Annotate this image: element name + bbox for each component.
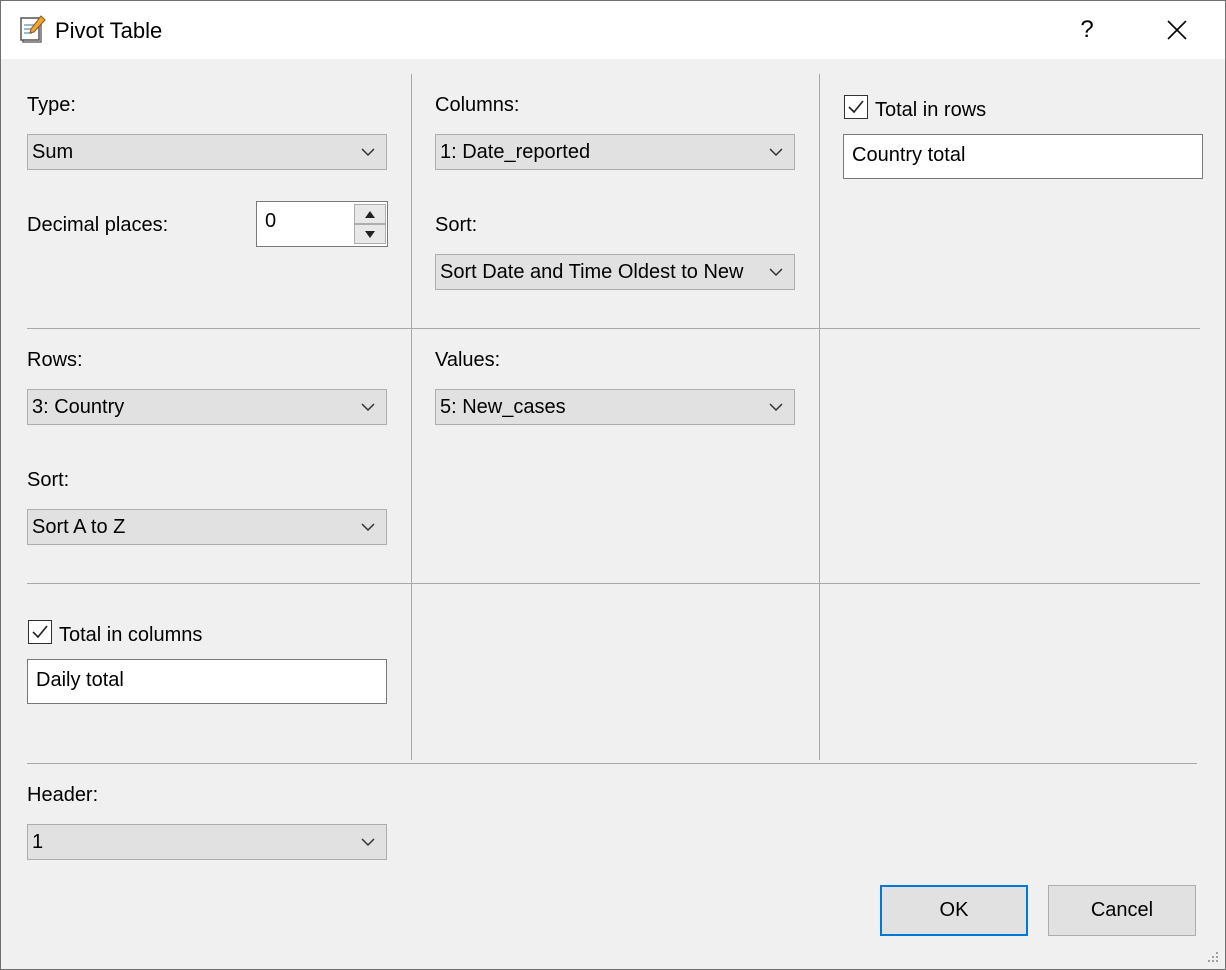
- values-label: Values:: [435, 349, 501, 371]
- total-in-rows-field[interactable]: Country total: [843, 134, 1203, 179]
- total-in-rows-label: Total in rows: [875, 99, 987, 121]
- checkmark-icon: [32, 625, 48, 639]
- checkmark-icon: [848, 100, 864, 114]
- total-in-columns-checkbox[interactable]: [28, 620, 52, 644]
- chevron-down-icon: [361, 148, 375, 157]
- columns-value: 1: Date_reported: [440, 141, 591, 163]
- spin-down-button[interactable]: [354, 224, 386, 244]
- values-value: 5: New_cases: [440, 396, 566, 418]
- rows-dropdown[interactable]: 3: Country: [27, 389, 387, 425]
- total-in-columns-label: Total in columns: [59, 624, 203, 646]
- rows-value: 3: Country: [32, 396, 125, 418]
- chevron-down-icon: [361, 523, 375, 532]
- type-dropdown[interactable]: Sum: [27, 134, 387, 170]
- chevron-down-icon: [769, 148, 783, 157]
- header-dropdown[interactable]: 1: [27, 824, 387, 860]
- chevron-down-icon: [361, 838, 375, 847]
- type-label: Type:: [27, 94, 76, 116]
- cancel-button[interactable]: Cancel: [1048, 885, 1196, 936]
- type-value: Sum: [32, 141, 74, 163]
- column-separator-2: [819, 74, 820, 760]
- columns-sort-dropdown[interactable]: Sort Date and Time Oldest to New: [435, 254, 795, 290]
- resize-grip-icon[interactable]: [1201, 945, 1221, 965]
- columns-label: Columns:: [435, 94, 520, 116]
- total-in-columns-value: Daily total: [36, 669, 124, 691]
- row-separator-3: [27, 763, 1197, 764]
- rows-sort-value: Sort A to Z: [32, 516, 126, 538]
- arrow-down-icon: [365, 231, 375, 238]
- header-value: 1: [32, 831, 44, 853]
- chevron-down-icon: [769, 268, 783, 277]
- rows-label: Rows:: [27, 349, 83, 371]
- ok-button[interactable]: OK: [880, 885, 1028, 936]
- column-separator-1: [411, 74, 412, 760]
- columns-sort-value: Sort Date and Time Oldest to New: [440, 261, 744, 283]
- rows-sort-label: Sort:: [27, 469, 70, 491]
- notepad-icon: [20, 15, 46, 43]
- chevron-down-icon: [769, 403, 783, 412]
- title-bar: Pivot Table ?: [1, 1, 1225, 59]
- row-separator-2: [27, 583, 1200, 584]
- total-in-rows-value: Country total: [852, 144, 966, 166]
- close-button[interactable]: [1151, 7, 1203, 53]
- spin-up-button[interactable]: [354, 204, 386, 224]
- values-dropdown[interactable]: 5: New_cases: [435, 389, 795, 425]
- header-label: Header:: [27, 784, 99, 806]
- total-in-columns-field[interactable]: Daily total: [27, 659, 387, 704]
- decimal-places-label: Decimal places:: [27, 214, 169, 236]
- chevron-down-icon: [361, 403, 375, 412]
- decimal-places-value: 0: [265, 210, 277, 232]
- arrow-up-icon: [365, 211, 375, 218]
- decimal-places-spinner[interactable]: 0: [256, 201, 388, 247]
- columns-dropdown[interactable]: 1: Date_reported: [435, 134, 795, 170]
- columns-sort-label: Sort:: [435, 214, 478, 236]
- help-button[interactable]: ?: [1061, 7, 1113, 53]
- close-icon: [1167, 20, 1187, 40]
- rows-sort-dropdown[interactable]: Sort A to Z: [27, 509, 387, 545]
- dialog-title: Pivot Table: [55, 18, 163, 43]
- pivot-table-dialog: Pivot Table ? Type: Sum Decimal places: …: [0, 0, 1226, 970]
- total-in-rows-checkbox[interactable]: [844, 95, 868, 119]
- row-separator-1: [27, 328, 1200, 329]
